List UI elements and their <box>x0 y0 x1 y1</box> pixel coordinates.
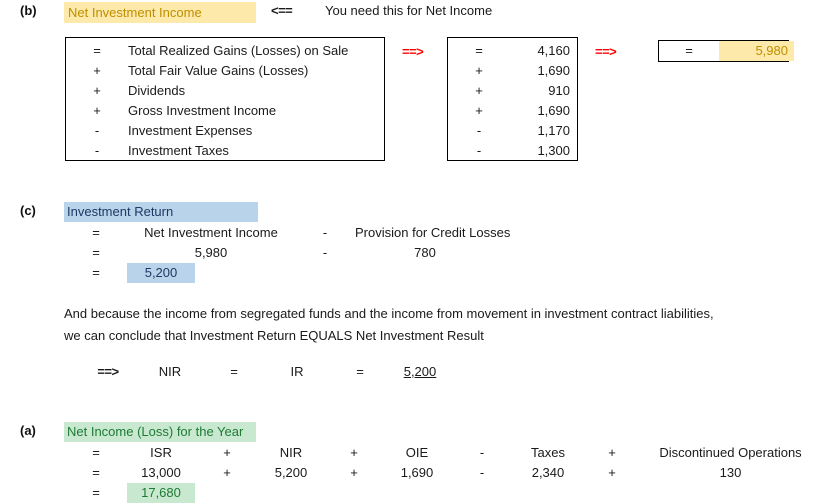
investment-return-row-2: = 5,980 - 780 <box>65 243 495 263</box>
value-op: + <box>475 63 483 78</box>
row-op: = <box>92 465 100 480</box>
value-amount: 1,690 <box>537 63 570 78</box>
row-term-1: Net Investment Income <box>144 225 278 240</box>
col-header-oie: OIE <box>405 445 429 460</box>
formula-label: Dividends <box>128 83 186 98</box>
section-a-title: Net Income (Loss) for the Year <box>64 422 256 442</box>
section-b-marker: (b) <box>20 3 37 18</box>
row-op-2: - <box>322 245 328 260</box>
row-op: = <box>92 225 100 240</box>
row-op: = <box>92 265 100 280</box>
formula-label: Investment Taxes <box>128 143 229 158</box>
section-c-marker: (c) <box>20 203 36 218</box>
section-c-paragraph-line-2: we can conclude that Investment Return E… <box>64 328 484 343</box>
table-row: - Investment Expenses <box>66 121 384 141</box>
section-a-marker: (a) <box>20 423 36 438</box>
value-amount: 910 <box>548 83 570 98</box>
net-income-header-row: = ISR + NIR + OIE - Taxes + Discontinued Operatio… <box>65 443 818 463</box>
row-op: = <box>92 445 100 460</box>
formula-label: Total Fair Value Gains (Losses) <box>128 63 309 78</box>
conclusion-term-ir: IR <box>290 364 304 379</box>
col-header-isr: ISR <box>150 445 172 460</box>
section-c-title: Investment Return <box>64 202 258 222</box>
arrow-right-icon-2: ==> <box>595 44 617 59</box>
arrow-right-icon-3: ==> <box>97 364 119 379</box>
net-investment-income-formula-box: = Total Realized Gains (Losses) on Sale +… <box>65 37 385 161</box>
col-op-2: + <box>350 465 358 480</box>
table-row: + Total Fair Value Gains (Losses) <box>66 61 384 81</box>
net-investment-income-result-box: = 5,980 <box>658 40 794 62</box>
col-value-taxes: 2,340 <box>531 465 565 480</box>
col-op-3: - <box>479 445 485 460</box>
formula-label: Total Realized Gains (Losses) on Sale <box>128 43 349 58</box>
col-op-1: + <box>223 445 231 460</box>
section-c-paragraph-line-1: And because the income from segregated f… <box>64 306 714 321</box>
col-op-1: + <box>223 465 231 480</box>
table-row: +1,690 <box>448 61 577 81</box>
value-amount: 4,160 <box>537 43 570 58</box>
section-b-title: Net Investment Income <box>64 2 256 23</box>
table-row: + Dividends <box>66 81 384 101</box>
section-c-conclusion: ==> NIR = IR = 5,200 <box>78 362 448 382</box>
net-investment-income-values-box: = 4,160 +1,690 +910 +1,690 - 1,170 - 1,300 <box>447 37 578 161</box>
arrow-right-icon-1: ==> <box>402 44 424 59</box>
table-row: +1,690 <box>448 101 577 121</box>
value-amount: 1,690 <box>537 103 570 118</box>
row-term-2: 780 <box>414 245 436 260</box>
value-op: = <box>475 43 483 58</box>
formula-op: + <box>93 103 101 118</box>
table-row: +910 <box>448 81 577 101</box>
col-value-isr: 13,000 <box>141 465 181 480</box>
row-op-2: - <box>322 225 328 240</box>
table-row: - 1,170 <box>448 121 577 141</box>
table-row: = 5,980 <box>659 41 794 61</box>
table-row: + Gross Investment Income <box>66 101 384 121</box>
col-op-2: + <box>350 445 358 460</box>
formula-label: Gross Investment Income <box>128 103 277 118</box>
col-value-discontinued-operations: 130 <box>719 465 742 480</box>
col-op-3: - <box>479 465 485 480</box>
net-income-total-row: = 17,680 <box>65 483 195 503</box>
formula-op: - <box>94 143 100 158</box>
investment-return-row-1: = Net Investment Income - Provision for Cre… <box>65 223 605 243</box>
value-op: - <box>476 143 482 158</box>
col-header-taxes: Taxes <box>531 445 565 460</box>
result-op: = <box>685 43 693 58</box>
value-op: + <box>475 103 483 118</box>
col-header-nir: NIR <box>279 445 303 460</box>
col-value-nir: 5,200 <box>274 465 308 480</box>
net-income-total: 17,680 <box>127 483 195 503</box>
investment-return-row-3: = 5,200 <box>65 263 195 283</box>
investment-return-total: 5,200 <box>127 263 195 283</box>
formula-op: + <box>93 63 101 78</box>
row-op: = <box>92 245 100 260</box>
formula-op: = <box>93 43 101 58</box>
col-op-4: + <box>608 445 616 460</box>
section-b-pointer: <== <box>271 3 293 18</box>
formula-op: - <box>94 123 100 138</box>
net-income-value-row: = 13,000 +5,200 +1,690 - 2,340 +130 <box>65 463 818 483</box>
section-b-note: You need this for Net Income <box>325 3 493 18</box>
formula-op: + <box>93 83 101 98</box>
conclusion-term-nir: NIR <box>158 364 182 379</box>
col-header-discontinued-operations: Discontinued Operations <box>659 445 802 460</box>
row-term-1: 5,980 <box>194 245 228 260</box>
table-row: - Investment Taxes <box>66 141 384 161</box>
value-op: + <box>475 83 483 98</box>
conclusion-eq-1: = <box>230 364 238 379</box>
conclusion-eq-2: = <box>356 364 364 379</box>
value-amount: 1,300 <box>537 143 570 158</box>
row-term-2: Provision for Credit Losses <box>355 225 511 240</box>
value-amount: 1,170 <box>537 123 570 138</box>
table-row: - 1,300 <box>448 141 577 161</box>
col-op-4: + <box>608 465 616 480</box>
row-op: = <box>92 485 100 500</box>
value-op: - <box>476 123 482 138</box>
col-value-oie: 1,690 <box>400 465 434 480</box>
table-row: = 4,160 <box>448 41 577 61</box>
conclusion-value: 5,200 <box>403 364 437 379</box>
result-amount: 5,980 <box>719 41 794 61</box>
formula-label: Investment Expenses <box>128 123 253 138</box>
table-row: = Total Realized Gains (Losses) on Sale <box>66 41 384 61</box>
